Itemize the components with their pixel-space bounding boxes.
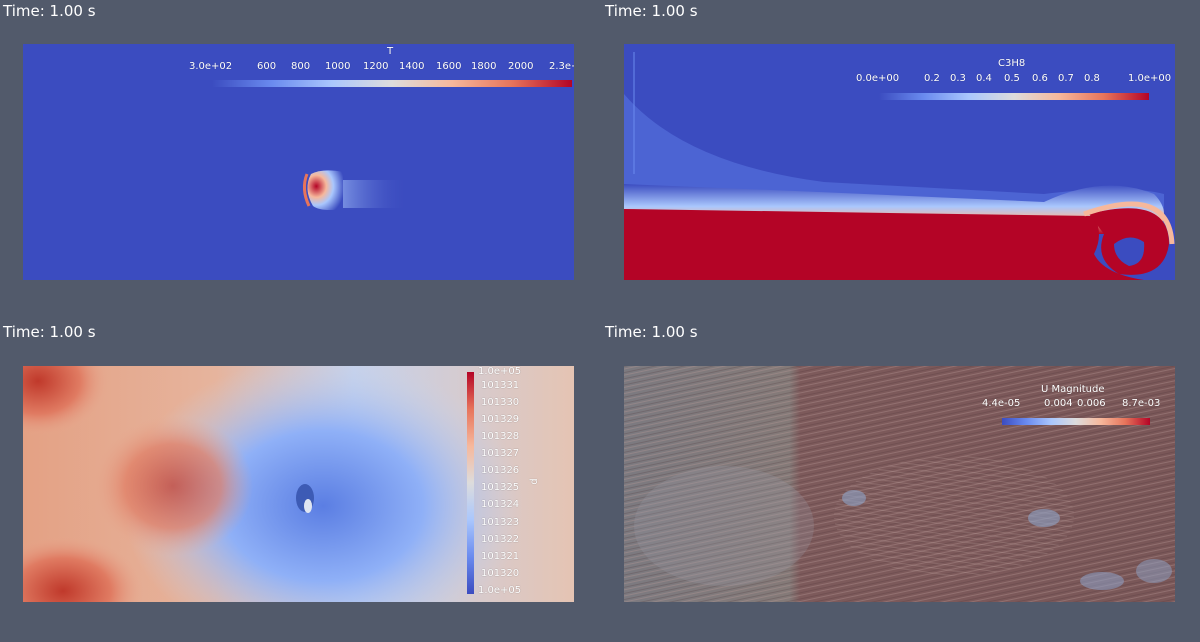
pressure-colorbar-title: p [528, 478, 540, 485]
temperature-viewport[interactable]: T 3.0e+02 600 800 1000 1200 1400 1600 18… [23, 44, 574, 280]
pressure-tick: 101330 [481, 397, 520, 408]
temperature-tick: 1600 [436, 61, 462, 72]
propane-tick: 0.3 [950, 73, 966, 84]
temperature-tick: 800 [291, 61, 311, 72]
temperature-tick: 600 [257, 61, 277, 72]
propane-tick: 0.2 [924, 73, 940, 84]
temperature-colorbar-gradient [212, 80, 572, 87]
temperature-tick: 1200 [363, 61, 389, 72]
time-label-bottom-left: Time: 1.00 s [3, 323, 96, 341]
pressure-tick: 101331 [481, 380, 520, 391]
temperature-tick: 1800 [471, 61, 497, 72]
propane-colorbar-title: C3H8 [998, 58, 1026, 69]
pressure-tick: 101329 [481, 414, 520, 425]
pressure-tick: 101328 [481, 431, 520, 442]
time-label-top-left: Time: 1.00 s [3, 2, 96, 20]
pressure-tick: 101325 [481, 482, 520, 493]
time-label-bottom-right: Time: 1.00 s [605, 323, 698, 341]
temperature-colorbar-title: T [387, 46, 394, 57]
pressure-colorbar-gradient [467, 372, 474, 594]
propane-tick: 0.6 [1032, 73, 1048, 84]
pressure-tick: 101322 [481, 534, 520, 545]
velocity-colorbar-gradient [1002, 418, 1150, 425]
propane-tick: 0.8 [1084, 73, 1100, 84]
time-label-top-right: Time: 1.00 s [605, 2, 698, 20]
propane-colorbar-gradient [879, 93, 1149, 100]
propane-viewport[interactable]: C3H8 0.0e+00 0.2 0.3 0.4 0.5 0.6 0.7 0.8… [624, 44, 1175, 280]
temperature-tick: 3.0e+02 [189, 61, 233, 72]
pressure-tick: 101323 [481, 517, 520, 528]
velocity-tick: 0.004 [1044, 398, 1073, 409]
temperature-tick: 1000 [325, 61, 351, 72]
velocity-viewport[interactable]: U Magnitude 4.4e-05 0.004 0.006 8.7e-03 [624, 366, 1175, 602]
propane-tick: 0.7 [1058, 73, 1074, 84]
temperature-tick: 1400 [399, 61, 425, 72]
pressure-viewport[interactable]: p 1.0e+05 101331 101330 101329 101328 10… [23, 366, 574, 602]
pressure-tick: 101324 [481, 499, 520, 510]
velocity-tick: 4.4e-05 [982, 398, 1021, 409]
velocity-tick: 0.006 [1077, 398, 1106, 409]
propane-tick: 0.5 [1004, 73, 1020, 84]
temperature-tick: 2.3e+03 [549, 61, 574, 72]
pressure-tick: 1.0e+05 [478, 585, 522, 596]
pressure-tick: 101326 [481, 465, 520, 476]
propane-tick: 0.4 [976, 73, 992, 84]
temperature-tick: 2000 [508, 61, 534, 72]
velocity-tick: 8.7e-03 [1122, 398, 1161, 409]
pressure-tick: 101321 [481, 551, 520, 562]
propane-tick: 0.0e+00 [856, 73, 900, 84]
pressure-tick: 101327 [481, 448, 520, 459]
pressure-tick: 1.0e+05 [478, 366, 522, 377]
propane-tick: 1.0e+00 [1128, 73, 1172, 84]
velocity-colorbar-title: U Magnitude [1041, 384, 1105, 395]
pressure-tick: 101320 [481, 568, 520, 579]
